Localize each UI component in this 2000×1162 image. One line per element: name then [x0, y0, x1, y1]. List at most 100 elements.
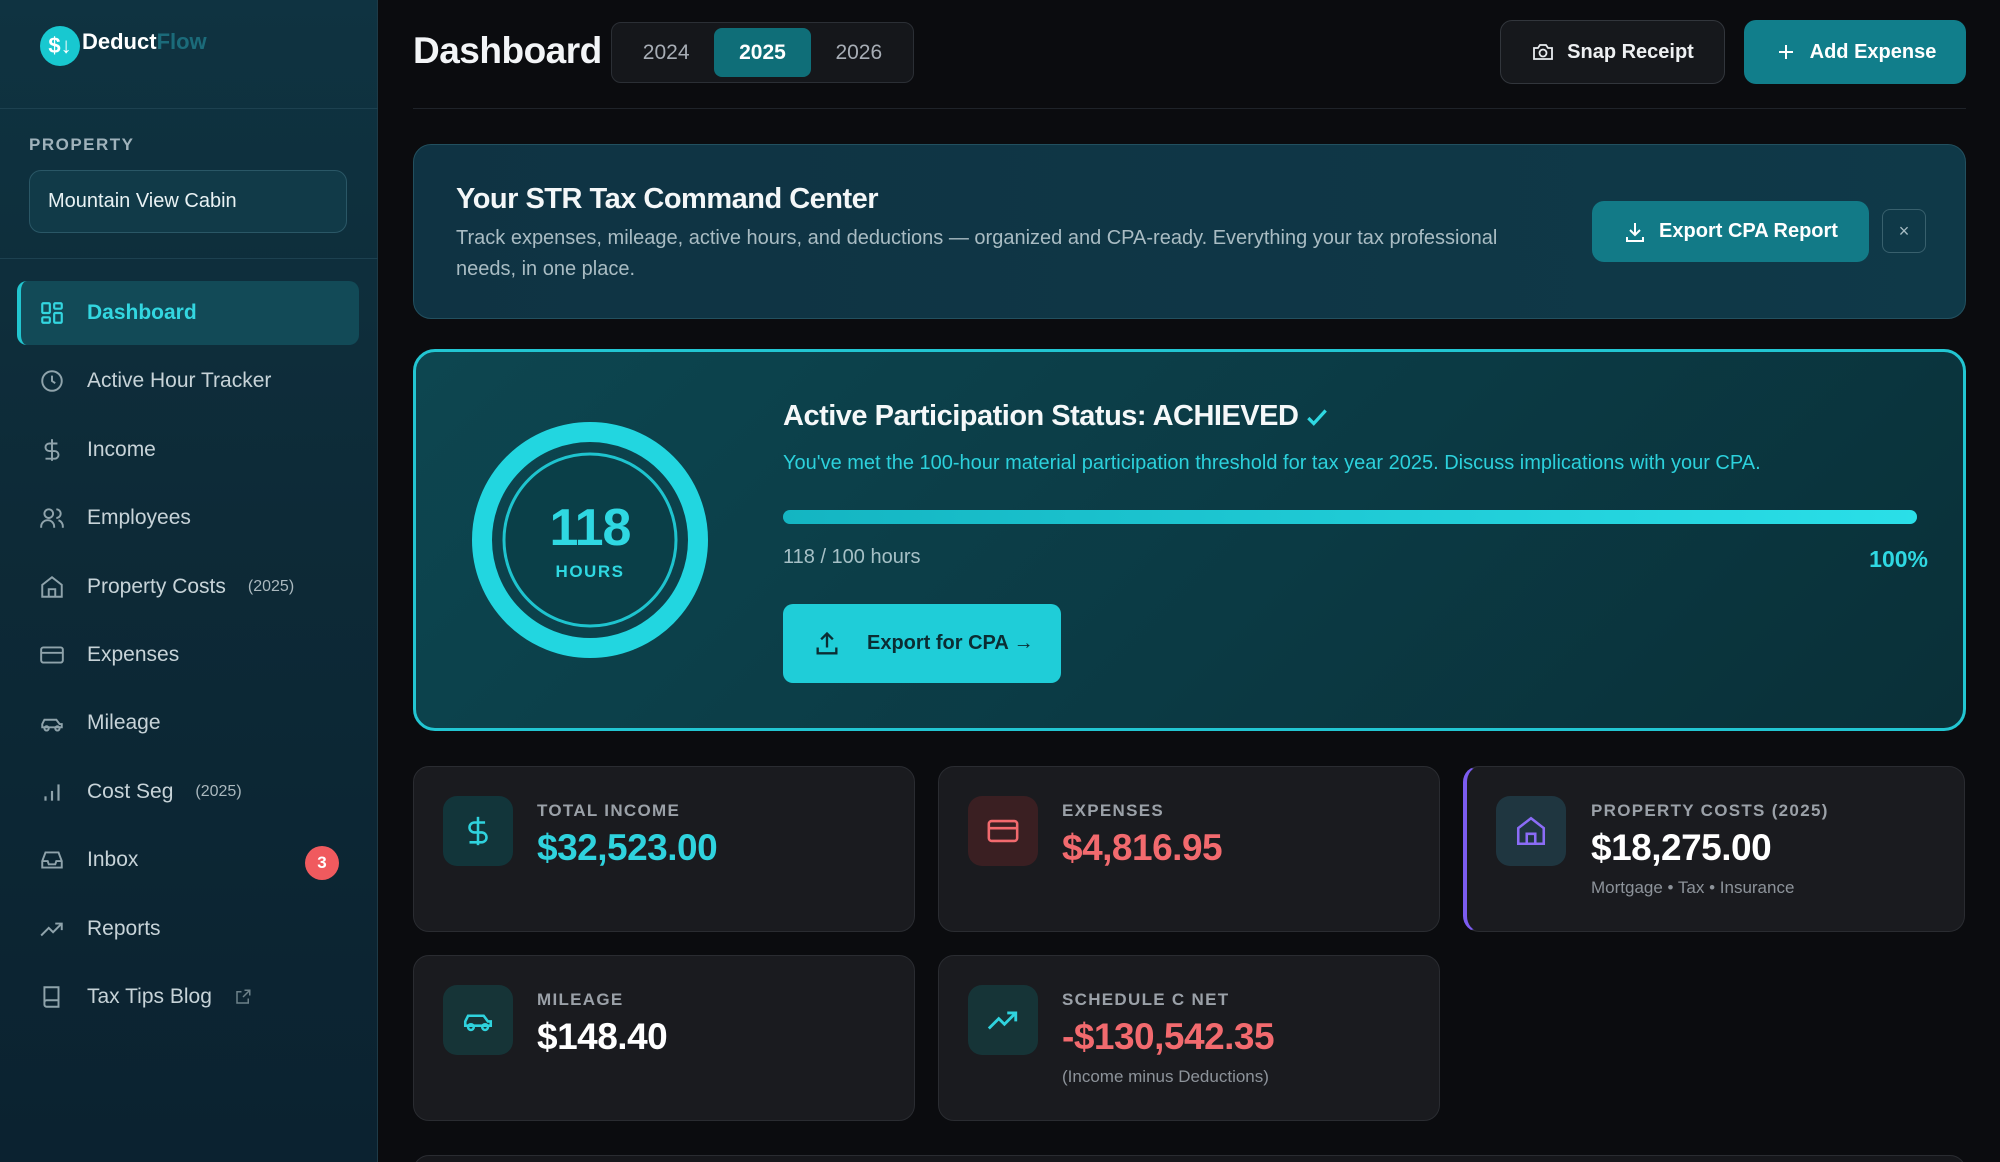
- stat-subtext: (Income minus Deductions): [1062, 1067, 1269, 1086]
- sidebar-item-label: Expenses: [87, 642, 180, 666]
- sidebar-item-property-costs[interactable]: Property Costs (2025): [17, 555, 359, 619]
- plus-icon: [1778, 45, 1793, 59]
- bar-chart-icon: [39, 779, 65, 805]
- property-selector[interactable]: Mountain View Cabin: [29, 170, 347, 233]
- checkmark-icon: [1307, 408, 1328, 426]
- close-banner-button[interactable]: ×: [1882, 209, 1926, 253]
- external-link-icon: [236, 989, 251, 1004]
- year-tab-2025[interactable]: 2025: [714, 28, 811, 77]
- dollar-icon: [39, 437, 65, 463]
- year-tab-2026[interactable]: 2026: [811, 28, 907, 77]
- stat-value: -$130,542.35: [1062, 1016, 1275, 1057]
- participation-status-card: 118 HOURS Active Participation Status: A…: [413, 349, 1966, 731]
- brand-name: DeductFlow: [82, 29, 207, 55]
- year-tag: (2025): [195, 782, 242, 800]
- sidebar-item-employees[interactable]: Employees: [17, 486, 359, 550]
- next-section-card: [413, 1155, 1966, 1162]
- participation-message: You've met the 100-hour material partici…: [783, 452, 1761, 474]
- expenses-card[interactable]: EXPENSES $4,816.95: [938, 766, 1440, 932]
- command-center-banner: Your STR Tax Command Center Track expens…: [413, 144, 1966, 319]
- sidebar-nav: Dashboard Active Hour Tracker Income Emp…: [17, 281, 359, 1033]
- stat-label: PROPERTY COSTS (2025): [1591, 801, 1829, 820]
- total-income-card[interactable]: TOTAL INCOME $32,523.00: [413, 766, 915, 932]
- sidebar-divider: [0, 108, 378, 109]
- stat-label: TOTAL INCOME: [537, 801, 681, 820]
- sidebar-item-label: Dashboard: [87, 301, 197, 324]
- export-for-cpa-label: Export for CPA →: [867, 632, 1034, 654]
- sidebar-item-reports[interactable]: Reports: [17, 897, 359, 961]
- hours-value: 118: [549, 499, 632, 557]
- header-divider: [413, 108, 1966, 109]
- car-icon: [443, 985, 513, 1055]
- banner-description: Track expenses, mileage, active hours, a…: [456, 227, 1498, 280]
- sidebar-item-inbox[interactable]: Inbox 3: [17, 828, 359, 892]
- year-tab-2024[interactable]: 2024: [618, 28, 714, 77]
- snap-receipt-button[interactable]: Snap Receipt: [1500, 20, 1725, 84]
- download-icon: [1626, 222, 1645, 242]
- sidebar-item-dashboard[interactable]: Dashboard: [17, 281, 359, 345]
- mileage-card[interactable]: MILEAGE $148.40: [413, 955, 915, 1121]
- progress-percent: 100%: [1869, 546, 1928, 572]
- book-icon: [39, 984, 65, 1010]
- credit-card-icon: [968, 796, 1038, 866]
- sidebar-item-cost-seg[interactable]: Cost Seg (2025): [17, 760, 359, 824]
- sidebar-item-label: Property Costs: [87, 574, 226, 598]
- inbox-count-badge: 3: [305, 846, 339, 881]
- sidebar: $↓ DeductFlow PROPERTY Mountain View Cab…: [0, 0, 378, 1162]
- brand-name-part1: Deduct: [82, 29, 157, 54]
- sidebar-item-label: Cost Seg: [87, 779, 174, 803]
- add-expense-button[interactable]: Add Expense: [1744, 20, 1966, 84]
- inbox-icon: [39, 847, 65, 873]
- snap-receipt-label: Snap Receipt: [1567, 40, 1694, 63]
- property-label: PROPERTY: [29, 135, 135, 154]
- clock-icon: [39, 368, 65, 394]
- sidebar-item-income[interactable]: Income: [17, 418, 359, 482]
- grid-icon: [39, 300, 65, 326]
- stat-value: $18,275.00: [1591, 827, 1772, 868]
- brand-name-part2: Flow: [156, 29, 207, 54]
- hours-unit: HOURS: [555, 562, 625, 581]
- sidebar-item-label: Tax Tips Blog: [87, 984, 212, 1008]
- upload-icon: [816, 631, 838, 654]
- schedule-c-net-card[interactable]: SCHEDULE C NET -$130,542.35 (Income minu…: [938, 955, 1440, 1121]
- export-cpa-report-label: Export CPA Report: [1659, 220, 1838, 242]
- trending-up-icon: [39, 916, 65, 942]
- stat-value: $4,816.95: [1062, 827, 1223, 868]
- sidebar-item-mileage[interactable]: Mileage: [17, 691, 359, 755]
- participation-progress-bar: [783, 510, 1917, 524]
- stat-label: SCHEDULE C NET: [1062, 990, 1230, 1009]
- camera-icon: [1533, 44, 1554, 60]
- add-expense-label: Add Expense: [1809, 40, 1937, 63]
- sidebar-item-tax-tips-blog[interactable]: Tax Tips Blog: [17, 965, 359, 1029]
- sidebar-item-label: Income: [87, 437, 156, 461]
- sidebar-item-label: Inbox: [87, 848, 139, 872]
- sidebar-item-label: Active Hour Tracker: [87, 369, 272, 393]
- credit-card-icon: [39, 642, 65, 668]
- sidebar-item-label: Employees: [87, 506, 191, 530]
- progress-fill: [783, 510, 1917, 524]
- users-icon: [39, 505, 65, 531]
- dollar-icon: [443, 796, 513, 866]
- brand-logo-link[interactable]: $↓ DeductFlow: [40, 26, 207, 66]
- property-costs-card[interactable]: PROPERTY COSTS (2025) $18,275.00 Mortgag…: [1463, 766, 1965, 932]
- status-title-text: Active Participation Status: ACHIEVED: [783, 400, 1299, 432]
- stat-label: EXPENSES: [1062, 801, 1165, 820]
- sidebar-item-expenses[interactable]: Expenses: [17, 623, 359, 687]
- export-cpa-report-button[interactable]: Export CPA Report: [1592, 201, 1869, 262]
- sidebar-divider: [0, 258, 378, 259]
- participation-status-title: Active Participation Status: ACHIEVED: [783, 400, 1330, 433]
- sidebar-item-active-hour-tracker[interactable]: Active Hour Tracker: [17, 349, 359, 413]
- sidebar-item-label: Mileage: [87, 711, 161, 735]
- export-for-cpa-button[interactable]: Export for CPA →: [783, 604, 1061, 683]
- year-tag: (2025): [247, 577, 295, 595]
- banner-title: Your STR Tax Command Center: [456, 183, 879, 215]
- car-icon: [39, 710, 65, 736]
- sidebar-item-label: Reports: [87, 916, 161, 940]
- trending-up-icon: [968, 985, 1038, 1055]
- stat-subtext: Mortgage • Tax • Insurance: [1591, 878, 1795, 897]
- page-title: Dashboard: [413, 30, 602, 71]
- home-icon: [1496, 796, 1566, 866]
- year-selector: 2024 2025 2026: [611, 22, 914, 83]
- home-icon: [39, 574, 65, 600]
- stat-label: MILEAGE: [537, 990, 624, 1009]
